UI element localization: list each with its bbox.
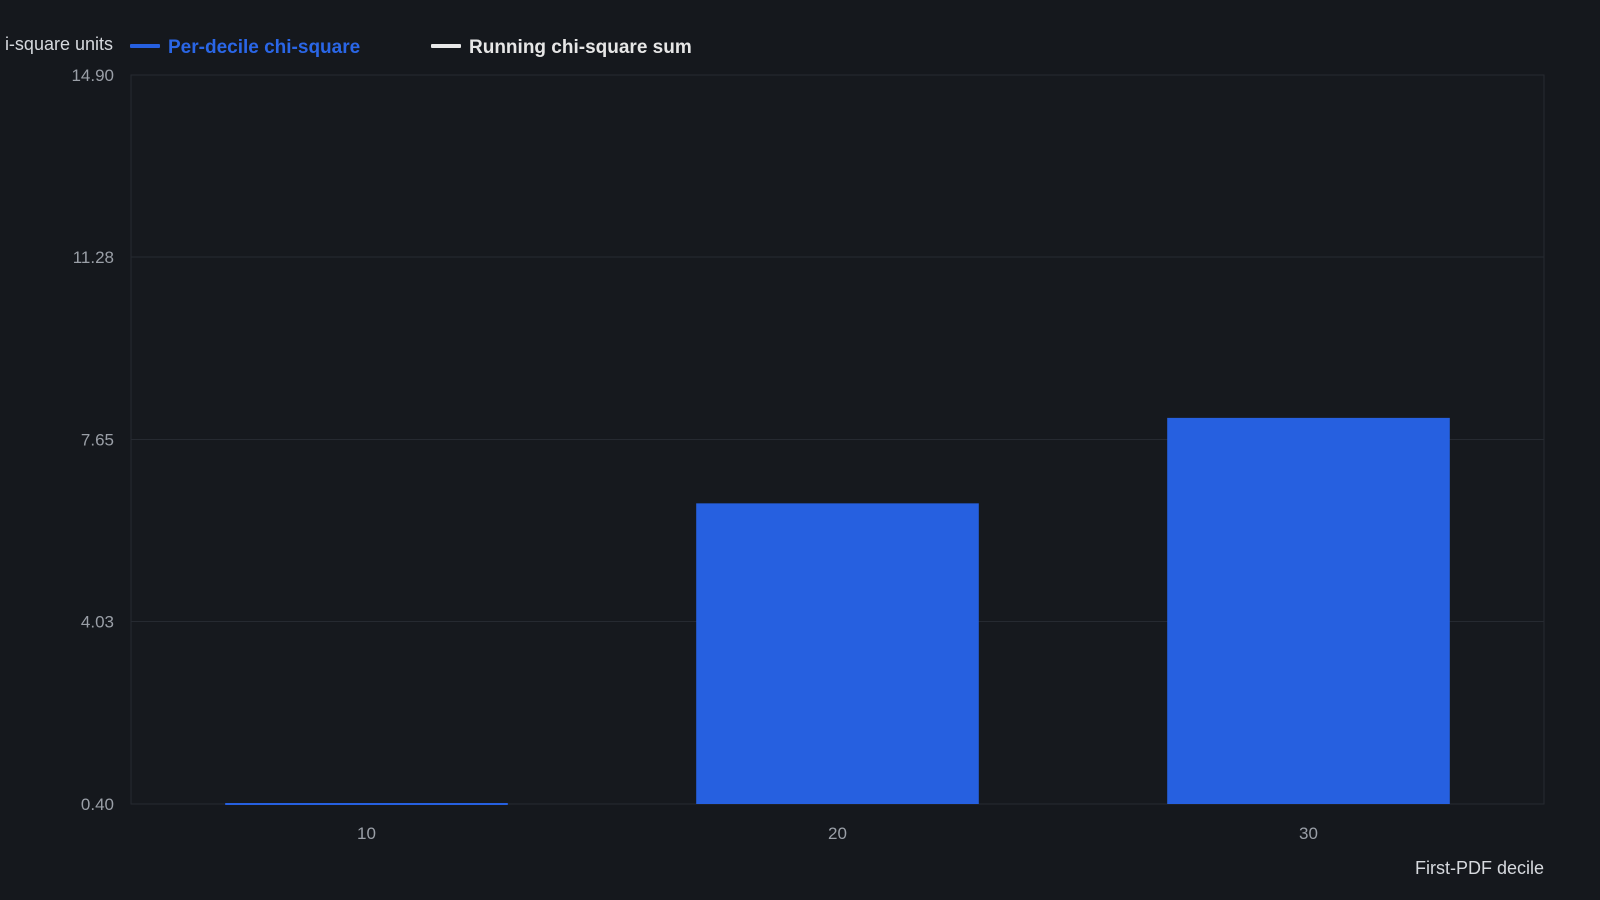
chart-container: 14.90 11.28 7.65 4.03 0.40 10 20 30 i-square u… <box>0 0 1600 900</box>
y-tick-label: 4.03 <box>81 612 114 631</box>
x-tick-label: 30 <box>1299 824 1318 843</box>
y-tick-label: 0.40 <box>81 795 114 814</box>
y-tick-label: 14.90 <box>71 66 114 85</box>
legend-label-per-decile: Per-decile chi-square <box>168 37 360 58</box>
bar[interactable] <box>696 503 979 804</box>
bar-chart: 14.90 11.28 7.65 4.03 0.40 10 20 30 i-square u… <box>0 0 1600 900</box>
x-tick-label: 20 <box>828 824 847 843</box>
y-tick-label: 7.65 <box>81 431 114 450</box>
legend-label-running-sum: Running chi-square sum <box>469 37 692 58</box>
x-axis-label: First-PDF decile <box>1415 858 1544 878</box>
legend-swatch-per-decile <box>130 44 160 48</box>
bar[interactable] <box>1167 417 1450 804</box>
legend-item-running-sum[interactable]: Running chi-square sum <box>431 37 692 58</box>
legend-swatch-running-sum <box>431 44 461 48</box>
bar[interactable] <box>225 803 508 805</box>
x-tick-label: 10 <box>357 824 376 843</box>
y-tick-label: 11.28 <box>73 248 114 267</box>
y-axis-label: i-square units <box>5 34 113 54</box>
